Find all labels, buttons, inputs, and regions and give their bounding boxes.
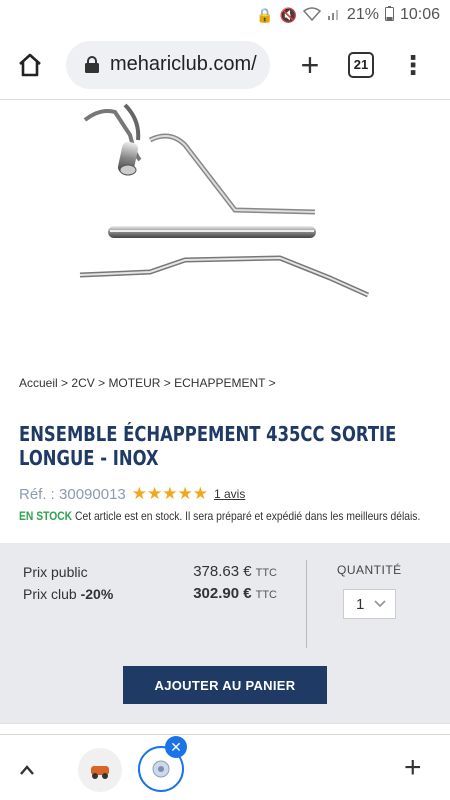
lock-icon <box>85 55 99 73</box>
clock: 10:06 <box>399 6 440 23</box>
new-tab-group-button[interactable]: + <box>404 751 422 785</box>
public-price-unit: TTC <box>255 567 277 579</box>
close-icon: ✕ <box>170 738 182 755</box>
breadcrumb-item-accueil[interactable]: Accueil <box>19 376 58 390</box>
car-favicon-icon <box>91 766 109 779</box>
price-panel: Prix public 378.63 € TTC Prix club -20% 3… <box>0 543 450 723</box>
chevron-down-icon <box>374 597 386 611</box>
battery-level: 21% <box>346 6 379 23</box>
breadcrumb-item-moteur[interactable]: MOTEUR <box>108 376 160 390</box>
chevron-up-icon <box>20 765 34 775</box>
product-title-line1: ENSEMBLE ÉCHAPPEMENT 435CC SORTIE <box>19 422 397 446</box>
breadcrumb: Accueil > 2CV > MOTEUR > ECHAPPEMENT > <box>19 376 276 390</box>
rating-stars: ★★★★★ <box>131 484 208 503</box>
signal-icon <box>327 7 341 24</box>
club-price: 302.90 € TTC <box>193 585 277 602</box>
club-price-value: 302.90 € <box>193 585 252 602</box>
divider <box>306 560 307 648</box>
public-price-value: 378.63 € <box>193 563 252 580</box>
club-price-unit: TTC <box>255 589 277 601</box>
product-title-line2: LONGUE - INOX <box>19 446 159 470</box>
reviews-link[interactable]: 1 avis <box>214 487 245 501</box>
quantity-label: QUANTITÉ <box>337 563 402 577</box>
product-meta: Réf. : 30090013 ★★★★★ 1 avis <box>19 484 245 504</box>
site-favicon-icon <box>152 760 170 778</box>
status-bar: 🔒 🔇 21% 10:06 <box>0 0 450 30</box>
product-image[interactable] <box>0 100 450 350</box>
url-bar[interactable]: mehariclub.com/ <box>66 40 270 89</box>
add-to-cart-button[interactable]: AJOUTER AU PANIER <box>123 666 327 704</box>
mute-icon: 🔇 <box>279 6 297 23</box>
breadcrumb-separator: > <box>268 376 276 390</box>
expand-tabs-button[interactable] <box>19 759 35 782</box>
battery-icon <box>384 6 394 24</box>
breadcrumb-separator: > <box>163 376 171 390</box>
breadcrumb-separator: > <box>61 376 69 390</box>
stock-badge: EN STOCK <box>19 509 73 523</box>
url-text: mehariclub.com/ <box>110 53 257 75</box>
public-price: 378.63 € TTC <box>193 563 277 580</box>
club-discount: -20% <box>80 586 114 602</box>
menu-button[interactable]: ⋮ <box>400 52 426 78</box>
breadcrumb-item-echappement[interactable]: ECHAPPEMENT <box>174 376 265 390</box>
product-reference: Réf. : 30090013 <box>19 485 126 503</box>
stock-status: EN STOCK Cet article est en stock. Il se… <box>19 509 420 523</box>
tab-thumbnail-1[interactable] <box>78 748 122 792</box>
product-title: ENSEMBLE ÉCHAPPEMENT 435CC SORTIE LONGUE… <box>19 422 429 470</box>
notification-icon: 🔒 <box>256 6 274 23</box>
close-tab-button[interactable]: ✕ <box>165 736 187 758</box>
club-price-label: Prix club -20% <box>23 586 114 602</box>
quantity-select[interactable]: 1 <box>343 589 396 619</box>
tab-switcher-button[interactable]: 21 <box>348 51 374 78</box>
public-price-label: Prix public <box>23 564 88 580</box>
content-divider <box>0 723 450 741</box>
breadcrumb-item-2cv[interactable]: 2CV <box>71 376 94 390</box>
wifi-icon <box>302 6 322 24</box>
home-icon <box>19 53 41 76</box>
browser-toolbar: mehariclub.com/ + 21 ⋮ <box>0 30 450 100</box>
home-button[interactable] <box>12 47 48 83</box>
bottom-tab-bar: ✕ + <box>0 736 450 800</box>
quantity-value: 1 <box>356 595 365 613</box>
breadcrumb-separator: > <box>98 376 106 390</box>
new-tab-button[interactable]: + <box>290 49 330 81</box>
stock-text: Cet article est en stock. Il sera prépar… <box>75 509 421 523</box>
